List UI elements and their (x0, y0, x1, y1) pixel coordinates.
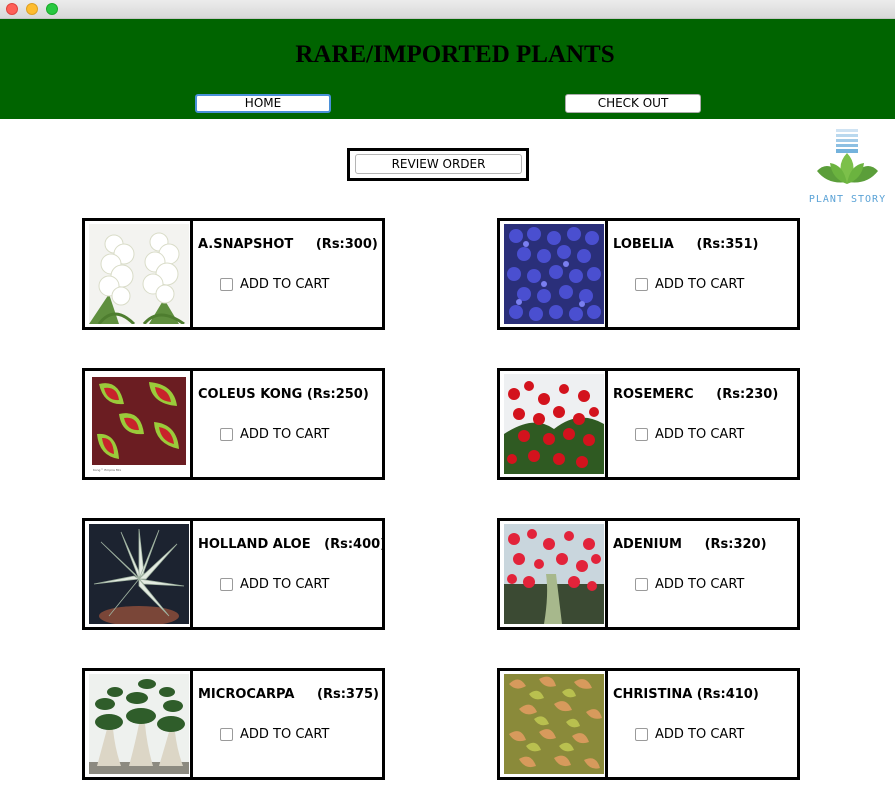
add-to-cart-label: ADD TO CART (655, 427, 745, 442)
checkout-button[interactable]: CHECK OUT (565, 94, 701, 113)
product-name: LOBELIA (Rs:351) (613, 237, 759, 252)
product-card-holland-aloe: HOLLAND ALOE (Rs:400) ADD TO CART (82, 518, 387, 630)
svg-text:Kong™ Empire Mix: Kong™ Empire Mix (93, 468, 121, 472)
review-order-frame: REVIEW ORDER (347, 148, 529, 181)
aloe-image (89, 524, 189, 624)
roses-image (504, 374, 604, 474)
review-order-button[interactable]: REVIEW ORDER (355, 154, 522, 174)
add-to-cart-checkbox[interactable]: ADD TO CART (220, 427, 329, 442)
add-to-cart-label: ADD TO CART (240, 277, 330, 292)
plant-story-logo: PLANT STORY (800, 127, 895, 212)
product-card-rosemerc: ROSEMERC (Rs:230) ADD TO CART (497, 368, 800, 480)
window-titlebar (0, 0, 895, 19)
product-name: A.SNAPSHOT (Rs:300) (198, 237, 378, 252)
add-to-cart-checkbox[interactable]: ADD TO CART (635, 577, 744, 592)
add-to-cart-label: ADD TO CART (655, 727, 745, 742)
zoom-window-button[interactable] (46, 3, 58, 15)
page-title: RARE/IMPORTED PLANTS (295, 41, 615, 68)
product-name: ROSEMERC (Rs:230) (613, 387, 779, 402)
checkbox-box[interactable] (220, 728, 233, 741)
checkbox-box[interactable] (220, 428, 233, 441)
add-to-cart-label: ADD TO CART (240, 727, 330, 742)
lotus-icon (817, 129, 878, 184)
adenium-image (504, 524, 604, 624)
product-name: MICROCARPA (Rs:375) (198, 687, 379, 702)
add-to-cart-checkbox[interactable]: ADD TO CART (220, 577, 329, 592)
minimize-window-button[interactable] (26, 3, 38, 15)
product-name: HOLLAND ALOE (Rs:400) (198, 537, 387, 552)
add-to-cart-checkbox[interactable]: ADD TO CART (220, 727, 329, 742)
product-name: CHRISTINA (Rs:410) (613, 687, 759, 702)
coleus-image: Kong™ Empire Mix (89, 374, 189, 474)
close-window-button[interactable] (6, 3, 18, 15)
add-to-cart-label: ADD TO CART (655, 577, 745, 592)
product-card-snapshot: A.SNAPSHOT (Rs:300) ADD TO CART (82, 218, 385, 330)
add-to-cart-checkbox[interactable]: ADD TO CART (635, 277, 744, 292)
product-card-microcarpa: MICROCARPA (Rs:375) ADD TO CART (82, 668, 385, 780)
checkbox-box[interactable] (635, 428, 648, 441)
home-button[interactable]: HOME (195, 94, 331, 113)
product-card-adenium: ADENIUM (Rs:320) ADD TO CART (497, 518, 800, 630)
christina-image (504, 674, 604, 774)
checkbox-box[interactable] (635, 278, 648, 291)
add-to-cart-checkbox[interactable]: ADD TO CART (220, 277, 329, 292)
product-name: COLEUS KONG (Rs:250) (198, 387, 369, 402)
product-name: ADENIUM (Rs:320) (613, 537, 767, 552)
add-to-cart-label: ADD TO CART (240, 577, 330, 592)
add-to-cart-label: ADD TO CART (655, 277, 745, 292)
checkbox-box[interactable] (220, 578, 233, 591)
bonsai-image (89, 674, 189, 774)
add-to-cart-label: ADD TO CART (240, 427, 330, 442)
add-to-cart-checkbox[interactable]: ADD TO CART (635, 727, 744, 742)
snapdragon-image (89, 224, 189, 324)
checkbox-box[interactable] (635, 578, 648, 591)
checkbox-box[interactable] (220, 278, 233, 291)
product-card-lobelia: LOBELIA (Rs:351) ADD TO CART (497, 218, 800, 330)
add-to-cart-checkbox[interactable]: ADD TO CART (635, 427, 744, 442)
product-card-coleus: Kong™ Empire Mix COLEUS KONG (Rs:250) AD… (82, 368, 385, 480)
header-bar: RARE/IMPORTED PLANTS HOME CHECK OUT (0, 19, 895, 119)
logo-text: PLANT STORY (808, 194, 887, 205)
checkbox-box[interactable] (635, 728, 648, 741)
product-card-christina: CHRISTINA (Rs:410) ADD TO CART (497, 668, 800, 780)
lobelia-image (504, 224, 604, 324)
